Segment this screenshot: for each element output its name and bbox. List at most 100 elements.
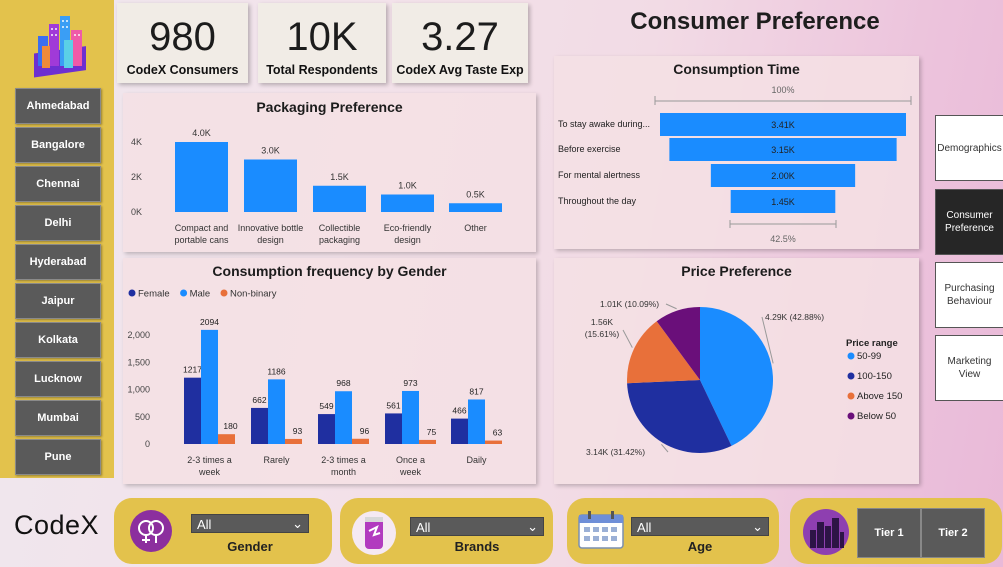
kpi-label: CodeX Avg Taste Exp (396, 63, 524, 77)
x-tick-label: Other (464, 223, 487, 233)
x-tick-label: Rarely (263, 455, 290, 465)
bar (184, 377, 201, 444)
y-tick-label: 0 (145, 439, 150, 449)
dropdown-value: All (416, 520, 431, 535)
x-tick-label: Innovative bottle (238, 223, 304, 233)
category-label: Throughout the day (558, 196, 637, 206)
bar (385, 413, 402, 444)
data-label: 96 (360, 426, 370, 436)
tier-1-button[interactable]: Tier 1 (857, 508, 921, 558)
data-label: 2.00K (771, 171, 795, 181)
chevron-down-icon: ⌄ (292, 516, 303, 531)
gender-dropdown[interactable]: All ⌄ (191, 514, 309, 533)
data-label: 1.5K (330, 172, 349, 182)
frequency-chart: Female Male Non-binary 0 500 1,000 1,500 2,000 1… (127, 289, 503, 478)
bar (335, 391, 352, 444)
slicer-label: Gender (227, 539, 273, 554)
brand-logo: CodeX (14, 510, 100, 540)
data-label: 973 (403, 378, 417, 388)
y-tick-label: 2,000 (127, 330, 150, 340)
data-label: 3.15K (771, 145, 795, 155)
packaging-chart-panel: Packaging Preference 0K 2K 4K 4.0K Compact a… (123, 93, 536, 252)
city-button-hyderabad[interactable]: Hyderabad (15, 244, 101, 280)
legend-label: Above 150 (857, 391, 902, 402)
bar (244, 159, 297, 212)
tier-2-button[interactable]: Tier 2 (921, 508, 985, 558)
nav-marketing-view-button[interactable]: Marketing View (935, 335, 1003, 401)
gender-icon (130, 510, 172, 552)
kpi-card-consumers: 980 CodeX Consumers (117, 3, 248, 83)
legend-marker (847, 392, 855, 400)
nav-purchasing-behaviour-button[interactable]: Purchasing Behaviour (935, 262, 1003, 328)
consumption-time-panel: Consumption Time 100% 3.41K To stay awake … (554, 56, 919, 249)
legend-label: Male (190, 289, 211, 300)
top-percent-label: 100% (771, 85, 794, 95)
leader-line (622, 329, 633, 348)
x-tick-label: packaging (319, 235, 360, 245)
consumption-time-chart: 100% 3.41K To stay awake during... 3.15K Bef… (558, 85, 912, 244)
data-label: 63 (493, 428, 503, 438)
city-button-lucknow[interactable]: Lucknow (15, 361, 101, 397)
data-label: 817 (469, 386, 483, 396)
leader-line (661, 443, 669, 453)
data-label: 93 (293, 426, 303, 436)
brands-dropdown[interactable]: All ⌄ (410, 517, 544, 536)
bar (318, 414, 335, 444)
city-button-ahmedabad[interactable]: Ahmedabad (15, 88, 101, 124)
bar (313, 185, 366, 212)
slicer-label: Brands (454, 539, 500, 554)
x-tick-label: week (399, 467, 422, 477)
kpi-value: 3.27 (421, 15, 499, 59)
city-button-pune[interactable]: Pune (15, 439, 101, 475)
legend-label: Female (138, 289, 170, 300)
data-label: 2094 (200, 317, 219, 327)
kpi-card-taste: 3.27 CodeX Avg Taste Exp (392, 3, 528, 83)
age-dropdown[interactable]: All ⌄ (631, 517, 769, 536)
legend-label: Non-binary (230, 289, 277, 300)
legend-marker (180, 289, 188, 297)
bar (201, 329, 218, 444)
legend-label: Below 50 (857, 411, 896, 422)
legend-title: Price range (846, 338, 898, 349)
bar (218, 434, 235, 444)
city-button-kolkata[interactable]: Kolkata (15, 322, 101, 358)
city-skyline-icon (803, 509, 849, 555)
city-button-mumbai[interactable]: Mumbai (15, 400, 101, 436)
nav-demographics-button[interactable]: Demographics (935, 115, 1003, 181)
slicer-label: Age (687, 539, 713, 554)
data-label: 1217 (183, 365, 202, 375)
x-tick-label: 2-3 times a (187, 455, 232, 465)
x-tick-label: Once a (396, 455, 425, 465)
nav-consumer-preference-button[interactable]: Consumer Preference (935, 189, 1003, 255)
bar (251, 407, 268, 444)
y-tick-label: 1,500 (127, 357, 150, 367)
data-label: 3.41K (771, 120, 795, 130)
brands-slicer: All ⌄ Brands (340, 498, 553, 564)
energy-drink-can-icon (352, 511, 396, 555)
bar (451, 418, 468, 444)
city-button-delhi[interactable]: Delhi (15, 205, 101, 241)
x-tick-label: Collectible (319, 223, 361, 233)
data-label: 180 (223, 421, 237, 431)
chevron-down-icon: ⌄ (527, 519, 538, 534)
bar (175, 142, 228, 212)
data-label: 968 (336, 378, 350, 388)
bar (468, 399, 485, 444)
x-tick-label: 2-3 times a (321, 455, 366, 465)
legend-marker (220, 289, 228, 297)
x-tick-label: Eco-friendly (384, 223, 432, 233)
y-tick-label: 1,000 (127, 385, 150, 395)
y-tick-label: 4K (131, 137, 142, 147)
city-button-chennai[interactable]: Chennai (15, 166, 101, 202)
bar (402, 390, 419, 444)
kpi-value: 980 (149, 15, 216, 59)
bar (285, 438, 302, 444)
city-button-jaipur[interactable]: Jaipur (15, 283, 101, 319)
legend-marker (847, 352, 855, 360)
data-label: 561 (386, 400, 400, 410)
city-logo-icon (34, 16, 86, 78)
x-tick-label: design (394, 235, 421, 245)
city-button-bangalore[interactable]: Bangalore (15, 127, 101, 163)
category-label: Before exercise (558, 144, 621, 154)
bar (268, 379, 285, 444)
